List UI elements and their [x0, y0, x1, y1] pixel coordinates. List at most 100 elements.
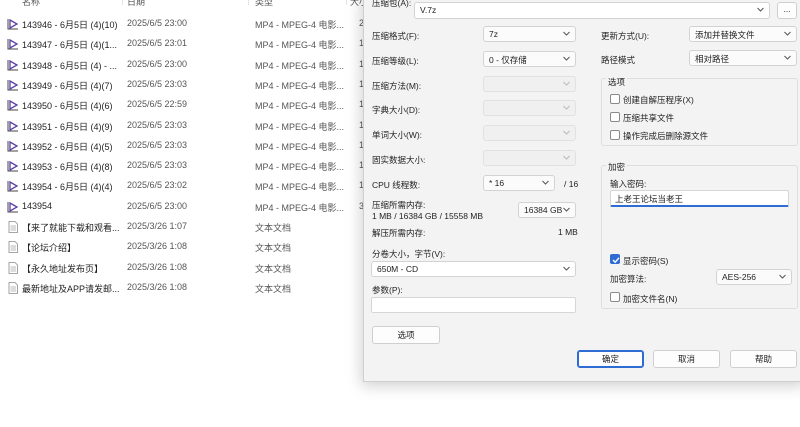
chevron-down-icon[interactable] [756, 5, 765, 14]
mem-select[interactable]: 16384 GB [518, 202, 576, 218]
chevron-down-icon [562, 205, 571, 214]
method-select[interactable] [483, 76, 576, 92]
split-combo[interactable]: 650M - CD [371, 261, 576, 277]
file-name: 143950 - 6月5日 (4)(6) [22, 101, 113, 112]
format-select[interactable]: 7z [483, 26, 576, 42]
file-row[interactable]: 最新地址及APP请发邮... 2025/3/26 1:08 文本文档 [0, 277, 370, 297]
column-separator[interactable] [248, 0, 249, 5]
archive-label: 压缩包(A): [372, 0, 412, 8]
file-type: MP4 - MPEG-4 电影... [255, 20, 345, 30]
file-row[interactable]: 【永久地址发布页】 2025/3/26 1:08 文本文档 [0, 257, 370, 277]
level-select[interactable]: 0 - 仅存储 [483, 51, 576, 67]
file-name: 143952 - 6月5日 (4)(5) [22, 141, 113, 152]
word-select[interactable] [483, 125, 576, 141]
file-row[interactable]: 143948 - 6月5日 (4) - ... 2025/6/5 23:00 MP4… [0, 54, 370, 74]
cancel-button[interactable]: 取消 [653, 350, 720, 368]
file-date: 2025/6/5 22:59 [127, 99, 188, 110]
help-button[interactable]: 帮助 [730, 350, 797, 368]
chevron-down-icon [783, 29, 792, 38]
threads-select[interactable]: * 16 [483, 175, 555, 191]
path-mode-select[interactable]: 相对路径 [689, 50, 797, 66]
archive-path-combo[interactable]: V.7z [414, 2, 770, 19]
column-separator[interactable] [122, 0, 123, 5]
dict-select[interactable] [483, 100, 576, 116]
show-password-label[interactable]: 显示密码(S) [623, 255, 668, 267]
encrypt-filenames-checkbox[interactable] [610, 292, 620, 302]
chevron-down-icon [783, 53, 792, 62]
file-row[interactable]: 143951 - 6月5日 (4)(9) 2025/6/5 23:03 MP4 - … [0, 115, 370, 135]
column-type[interactable]: 类型 [255, 0, 273, 8]
password-input[interactable]: 上老王论坛当老王 [610, 190, 789, 207]
update-label: 更新方式(U): [601, 31, 650, 41]
file-date: 2025/6/5 23:03 [127, 78, 188, 89]
video-file-icon [7, 201, 19, 213]
file-row[interactable]: 【论坛介绍】 2025/3/26 1:08 文本文档 [0, 236, 370, 256]
encrypt-filenames-label[interactable]: 加密文件名(N) [623, 293, 677, 305]
delete-after-label[interactable]: 操作完成后删除源文件 [623, 130, 708, 142]
format-value: 7z [489, 29, 498, 39]
video-file-icon [7, 79, 19, 91]
sfx-checkbox[interactable] [610, 94, 620, 104]
text-file-icon [7, 281, 19, 294]
file-type: MP4 - MPEG-4 电影... [255, 121, 345, 132]
file-name: 143951 - 6月5日 (4)(9) [22, 121, 113, 132]
update-value: 添加并替换文件 [695, 30, 755, 40]
options-group-title: 选项 [606, 76, 628, 88]
solid-label: 固实数据大小: [372, 155, 426, 165]
path-mode-label: 路径模式 [601, 55, 636, 65]
file-row[interactable]: 143946 - 6月5日 (4)(10) 2025/6/5 23:00 MP4 -… [0, 13, 370, 33]
file-type: MP4 - MPEG-4 电影... [255, 202, 345, 213]
params-input[interactable] [371, 297, 576, 313]
file-row[interactable]: 143952 - 6月5日 (4)(5) 2025/6/5 23:03 MP4 - … [0, 135, 370, 155]
shared-files-checkbox[interactable] [610, 112, 620, 122]
chevron-down-icon[interactable] [562, 264, 571, 273]
video-file-icon [7, 120, 19, 132]
split-label: 分卷大小，字节(V): [372, 249, 446, 259]
chevron-down-icon [778, 272, 787, 281]
solid-select[interactable] [483, 150, 576, 166]
options-button[interactable]: 选项 [372, 326, 440, 344]
column-name[interactable]: 名称 [22, 0, 40, 8]
file-date: 2025/6/5 23:00 [127, 18, 188, 28]
video-file-icon [7, 59, 19, 71]
browse-button[interactable]: ... [777, 2, 797, 19]
chevron-down-icon [562, 103, 571, 112]
file-date: 2025/3/26 1:08 [127, 241, 188, 252]
file-row[interactable]: 143950 - 6月5日 (4)(6) 2025/6/5 22:59 MP4 - … [0, 94, 370, 114]
show-password-checkbox[interactable] [610, 254, 620, 264]
decomp-label: 解压所需内存: [372, 228, 426, 238]
file-type: MP4 - MPEG-4 电影... [255, 101, 345, 112]
text-file-icon [7, 241, 19, 254]
file-name: 143946 - 6月5日 (4)(10) [22, 20, 118, 30]
encryption-method-select[interactable]: AES-256 [716, 269, 792, 285]
format-label: 压缩格式(F): [372, 31, 420, 41]
threads-label: CPU 线程数: [372, 180, 421, 190]
delete-after-checkbox[interactable] [610, 130, 620, 140]
column-separator[interactable] [346, 0, 347, 5]
file-row[interactable]: 143953 - 6月5日 (4)(8) 2025/6/5 23:03 MP4 - … [0, 155, 370, 175]
column-header: 名称 日期 类型 大小 [0, 0, 370, 7]
file-row[interactable]: 143949 - 6月5日 (4)(7) 2025/6/5 23:03 MP4 - … [0, 74, 370, 94]
video-file-icon [7, 99, 19, 111]
add-to-archive-dialog: 压缩包(A): V.7z ... 压缩格式(F): 7z 压缩等级(L): 0 … [363, 0, 800, 382]
file-date: 2025/6/5 23:02 [127, 180, 188, 191]
file-row[interactable]: 143954 2025/6/5 23:00 MP4 - MPEG-4 电影... 3 [0, 196, 370, 216]
checkmark-icon [612, 257, 620, 264]
file-row[interactable]: 【来了就能下载和观看... 2025/3/26 1:07 文本文档 [0, 216, 370, 236]
column-date[interactable]: 日期 [127, 0, 145, 8]
text-file-icon [7, 221, 19, 233]
file-type: MP4 - MPEG-4 电影... [255, 80, 345, 91]
level-label: 压缩等级(L): [372, 56, 419, 66]
file-row[interactable]: 143954 - 6月5日 (4)(4) 2025/6/5 23:02 MP4 - … [0, 175, 370, 195]
file-type: 文本文档 [255, 263, 292, 274]
mem-detail: 1 MB / 16384 GB / 15558 MB [372, 211, 484, 221]
file-name: 143947 - 6月5日 (4)(1... [22, 40, 118, 51]
file-name: 143954 [22, 200, 53, 211]
file-name: 【论坛介绍】 [22, 243, 77, 254]
archive-path-value: V.7z [420, 5, 437, 15]
shared-files-label[interactable]: 压缩共享文件 [623, 112, 674, 124]
sfx-label[interactable]: 创建自解压程序(X) [623, 94, 694, 106]
file-row[interactable]: 143947 - 6月5日 (4)(1... 2025/6/5 23:01 MP4 … [0, 33, 370, 53]
ok-button[interactable]: 确定 [577, 350, 644, 368]
update-select[interactable]: 添加并替换文件 [689, 26, 797, 42]
